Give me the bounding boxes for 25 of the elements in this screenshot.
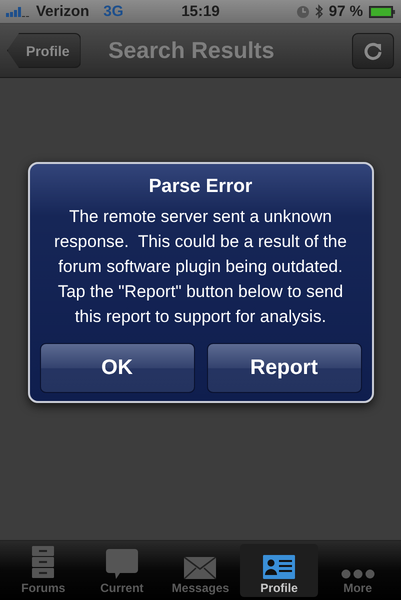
tab-item[interactable]: Messages (161, 544, 240, 597)
battery-percent: 97 % (328, 3, 363, 20)
tab-item[interactable]: Profile (240, 544, 318, 597)
alert-message: The remote server sent a unknown response. This could be a result of the forum software plugin being outdated. Tap the "Report" button below to send this report to support for analysis. (53, 206, 348, 328)
refresh-button[interactable] (352, 32, 394, 68)
three-dots-icon (340, 569, 375, 579)
network-type: 3G (103, 3, 124, 20)
alert-title: Parse Error (148, 176, 252, 198)
screen-title: Search Results (107, 37, 276, 64)
clock-icon (296, 6, 309, 18)
carrier-name: Verizon (36, 3, 90, 20)
speech-bubble-icon (106, 549, 138, 579)
back-button[interactable]: Profile (7, 33, 81, 68)
alert-button[interactable]: Report (206, 343, 362, 393)
clock-time: 15:19 (181, 3, 220, 20)
battery-icon (369, 6, 395, 18)
refresh-icon (363, 40, 383, 60)
contact-card-icon (263, 555, 296, 579)
tab-item[interactable]: Forums (4, 544, 83, 597)
envelope-icon (184, 557, 216, 579)
tab-item[interactable]: Current (82, 544, 162, 597)
alert-button[interactable]: OK (40, 343, 194, 393)
file-cabinet-icon (32, 545, 54, 579)
bluetooth-icon (314, 4, 323, 19)
tab-item[interactable]: More (318, 544, 397, 597)
